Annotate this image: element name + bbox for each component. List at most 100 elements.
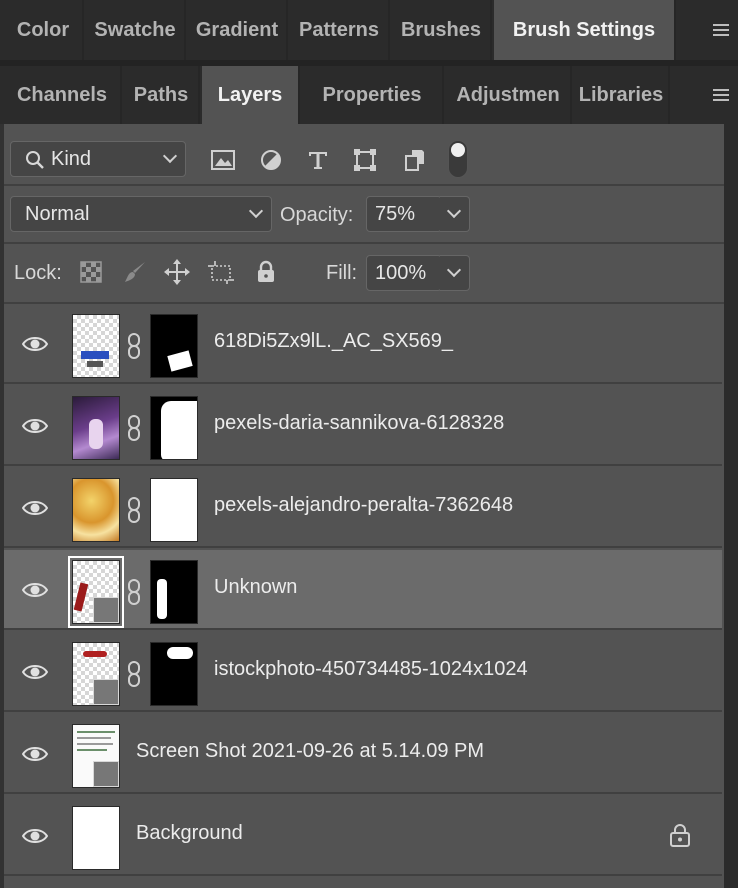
tab-brushes[interactable]: Brushes: [392, 0, 492, 60]
checkerboard-icon: [80, 261, 102, 283]
mask-shape: [157, 579, 167, 619]
search-icon: [26, 151, 44, 169]
tab-paths[interactable]: Paths: [124, 66, 200, 124]
link-chain-icon[interactable]: [126, 496, 142, 524]
layers-panel: Kind Normal Opacity: 75% Lock: Fill: 100…: [4, 124, 724, 888]
chevron-down-icon: [248, 203, 264, 219]
layer-thumbnail[interactable]: [72, 314, 120, 378]
layers-panel-tabbar: Channels Paths Layers Properties Adjustm…: [0, 66, 738, 124]
filter-toggle-switch[interactable]: [448, 140, 468, 178]
layer-mask-thumbnail[interactable]: [150, 314, 198, 378]
lock-label: Lock:: [14, 262, 62, 284]
fill-input[interactable]: 100%: [366, 255, 442, 291]
panel-menu-button[interactable]: [704, 66, 738, 124]
eye-icon[interactable]: [22, 742, 48, 766]
layer-mask-thumbnail[interactable]: [150, 478, 198, 542]
eye-icon[interactable]: [22, 496, 48, 520]
tab-layers[interactable]: Layers: [202, 66, 300, 124]
layer-name[interactable]: Unknown: [214, 576, 297, 599]
filter-adjustment-layers-button[interactable]: [256, 145, 286, 175]
eye-icon[interactable]: [22, 414, 48, 438]
fill-dropdown-button[interactable]: [440, 255, 470, 291]
opacity-value: 75%: [375, 202, 416, 225]
filter-type-layers-button[interactable]: [303, 145, 333, 175]
blend-row: Normal Opacity: 75%: [4, 186, 724, 242]
tab-libraries[interactable]: Libraries: [574, 66, 670, 124]
layer-name[interactable]: pexels-daria-sannikova-6128328: [214, 412, 504, 435]
smart-object-badge-icon: [93, 597, 119, 623]
tab-gradients[interactable]: Gradient: [188, 0, 288, 60]
layer-name[interactable]: istockphoto-450734485-1024x1024: [214, 658, 528, 681]
layer-mask-thumbnail[interactable]: [150, 642, 198, 706]
layer-row[interactable]: 618Di5Zx9lL._AC_SX569_: [4, 304, 722, 384]
layer-thumbnail[interactable]: [72, 642, 120, 706]
eye-icon[interactable]: [22, 824, 48, 848]
opacity-label: Opacity:: [280, 204, 354, 226]
eye-icon[interactable]: [22, 332, 48, 356]
panel-menu-button[interactable]: [704, 0, 738, 60]
shape-transform-icon: [354, 149, 376, 171]
opacity-dropdown-button[interactable]: [440, 196, 470, 232]
lock-icon[interactable]: [668, 822, 692, 848]
tab-channels[interactable]: Channels: [4, 66, 122, 124]
layer-row[interactable]: Unknown: [4, 550, 722, 630]
eye-icon[interactable]: [22, 578, 48, 602]
chevron-down-icon: [446, 203, 462, 219]
fill-value: 100%: [375, 261, 427, 284]
scrollbar[interactable]: [724, 124, 738, 888]
link-chain-icon[interactable]: [126, 332, 142, 360]
layer-thumbnail[interactable]: [72, 478, 120, 542]
filter-pixel-layers-button[interactable]: [208, 145, 238, 175]
adjustment-circle-icon: [261, 150, 281, 170]
link-chain-icon[interactable]: [126, 414, 142, 442]
layer-row[interactable]: Screen Shot 2021-09-26 at 5.14.09 PM: [4, 714, 722, 794]
layer-row[interactable]: pexels-daria-sannikova-6128328: [4, 386, 722, 466]
smart-object-icon: [405, 150, 424, 171]
hamburger-icon: [713, 24, 729, 36]
filter-shape-layers-button[interactable]: [350, 145, 380, 175]
filter-smart-objects-button[interactable]: [400, 145, 430, 175]
tab-adjustments[interactable]: Adjustmen: [446, 66, 572, 124]
layer-name[interactable]: Background: [136, 822, 243, 845]
layer-thumbnail[interactable]: [72, 806, 120, 870]
layer-name[interactable]: Screen Shot 2021-09-26 at 5.14.09 PM: [136, 740, 484, 763]
tab-patterns[interactable]: Patterns: [290, 0, 390, 60]
layer-row[interactable]: Background: [4, 796, 722, 876]
lock-transparent-pixels-button[interactable]: [76, 257, 106, 287]
layer-thumbnail[interactable]: [72, 724, 120, 788]
tab-swatches[interactable]: Swatche: [86, 0, 186, 60]
thumbnail-content: [77, 737, 111, 739]
layer-mask-thumbnail[interactable]: [150, 560, 198, 624]
blend-mode-value: Normal: [25, 202, 90, 225]
link-chain-icon[interactable]: [126, 660, 142, 688]
thumbnail-content: [83, 651, 107, 657]
lock-position-button[interactable]: [162, 257, 192, 287]
thumbnail-content: [77, 743, 113, 745]
thumbnail-content: [81, 351, 109, 359]
lock-artboard-button[interactable]: [206, 257, 236, 287]
top-panel-tabbar: Color Swatche Gradient Patterns Brushes …: [0, 0, 738, 60]
eye-icon[interactable]: [22, 660, 48, 684]
opacity-input[interactable]: 75%: [366, 196, 442, 232]
thumbnail-content: [77, 731, 115, 733]
layer-row[interactable]: pexels-alejandro-peralta-7362648: [4, 468, 722, 548]
lock-image-pixels-button[interactable]: [120, 257, 150, 287]
layer-mask-thumbnail[interactable]: [150, 396, 198, 460]
image-icon: [211, 150, 235, 170]
link-chain-icon[interactable]: [126, 578, 142, 606]
blend-mode-dropdown[interactable]: Normal: [10, 196, 272, 232]
layer-row[interactable]: istockphoto-450734485-1024x1024: [4, 632, 722, 712]
thumbnail-content: [89, 419, 103, 449]
layer-name[interactable]: pexels-alejandro-peralta-7362648: [214, 494, 513, 517]
filter-kind-dropdown[interactable]: Kind: [10, 141, 186, 177]
tab-properties[interactable]: Properties: [302, 66, 444, 124]
smart-object-badge-icon: [93, 679, 119, 705]
layer-thumbnail[interactable]: [72, 396, 120, 460]
lock-all-button[interactable]: [251, 257, 281, 287]
tab-brush-settings[interactable]: Brush Settings: [494, 0, 676, 60]
layer-name[interactable]: 618Di5Zx9lL._AC_SX569_: [214, 330, 453, 353]
layer-thumbnail[interactable]: [68, 556, 124, 628]
lock-icon: [258, 260, 274, 282]
artboard-icon: [208, 261, 234, 284]
tab-color[interactable]: Color: [4, 0, 84, 60]
